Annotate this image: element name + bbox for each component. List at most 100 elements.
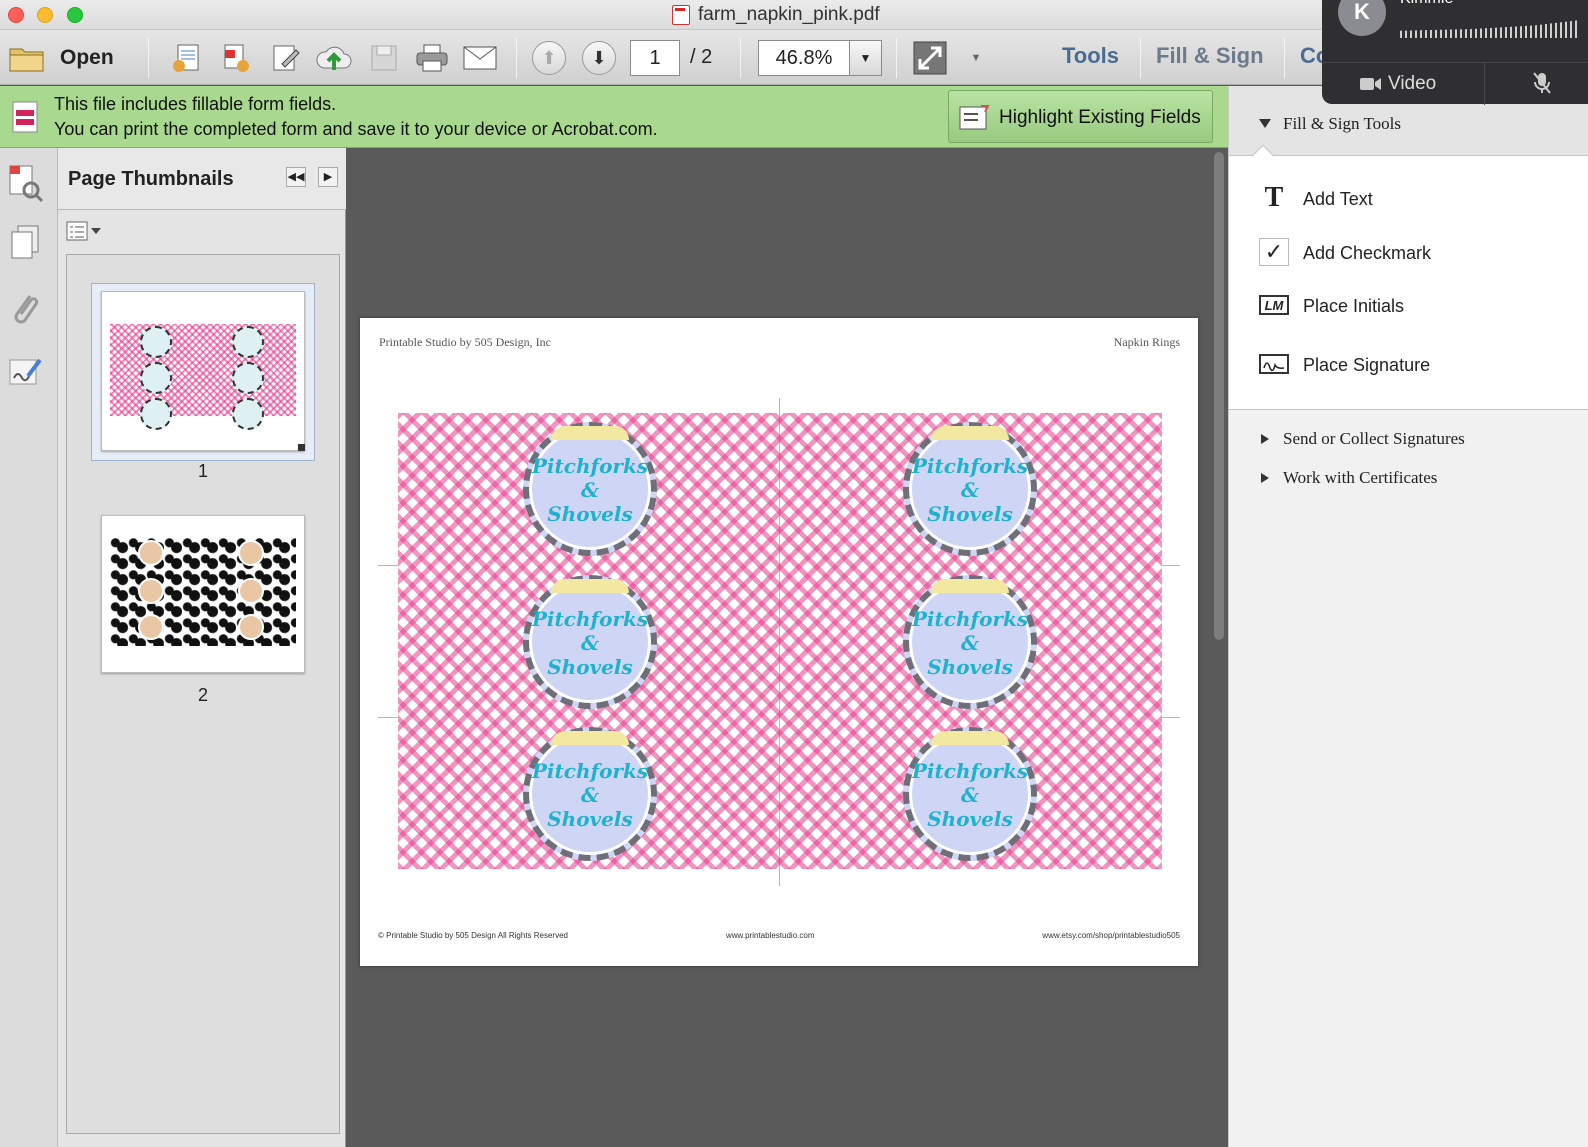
zoom-dropdown-button[interactable]: ▼ [849, 41, 881, 75]
badge-text: Pitchforks & Shovels [529, 454, 651, 526]
napkin-ring-badge[interactable]: Pitchforks & Shovels [523, 422, 657, 556]
form-message-line1: This file includes fillable form fields. [54, 94, 337, 114]
thumb1-gingham [110, 324, 296, 416]
video-controls-bar: Video [1322, 62, 1588, 105]
fill-sign-tools-list: T Add Text ✓ Add Checkmark LM Place Init… [1229, 156, 1588, 410]
thumbnails-pane-button[interactable] [6, 162, 44, 204]
thumbnail-page-number: 1 [197, 461, 208, 481]
send-collect-label: Send or Collect Signatures [1283, 429, 1465, 448]
print-button[interactable] [414, 40, 450, 76]
controls-divider [1484, 63, 1485, 105]
badge-text: Pitchforks & Shovels [909, 759, 1031, 831]
napkin-ring-badge[interactable]: Pitchforks & Shovels [903, 727, 1037, 861]
badge-text: Pitchforks & Shovels [529, 759, 651, 831]
printer-icon [416, 44, 448, 72]
work-with-certificates-section[interactable]: Work with Certificates [1229, 463, 1588, 493]
highlight-fields-icon [959, 105, 990, 130]
edit-pdf-button[interactable] [268, 40, 304, 76]
email-button[interactable] [462, 40, 498, 76]
next-page-button[interactable]: ⬇ [582, 41, 616, 75]
send-collect-signatures-section[interactable]: Send or Collect Signatures [1229, 424, 1588, 454]
save-disk-icon [371, 45, 397, 71]
napkin-ring-badge[interactable]: Pitchforks & Shovels [523, 727, 657, 861]
zoom-window-button[interactable] [67, 7, 83, 23]
zoom-select[interactable]: 46.8% ▼ [758, 40, 882, 76]
export-pdf-button[interactable] [218, 40, 254, 76]
badge-top-accent [931, 426, 1009, 440]
badge-line-1: Pitchforks [911, 759, 1029, 783]
page-thumbnail-2[interactable] [101, 515, 305, 673]
checkmark-icon: ✓ [1259, 238, 1289, 266]
initials-icon: LM [1259, 295, 1289, 315]
highlight-existing-fields-button[interactable]: Highlight Existing Fields [948, 90, 1213, 143]
close-window-button[interactable] [8, 7, 24, 23]
place-signature-tool[interactable]: Place Signature [1253, 348, 1573, 384]
tool-label: Add Text [1303, 189, 1373, 209]
pages-icon [11, 225, 39, 259]
badge-line-2: & [960, 631, 980, 655]
page-search-icon [9, 165, 44, 203]
export-pdf-icon [224, 44, 249, 72]
video-toggle-button[interactable]: Video [1322, 63, 1484, 105]
thumbnails-header: Page Thumbnails ◀◀ ▶ [58, 148, 346, 210]
fill-sign-tab[interactable]: Fill & Sign [1156, 43, 1264, 69]
thumb1-badge [140, 398, 172, 430]
page-thumbnail-1[interactable] [101, 291, 305, 451]
add-text-tool[interactable]: T Add Text [1253, 182, 1573, 218]
save-button[interactable] [366, 40, 402, 76]
toolbar-overflow-button[interactable]: ▼ [958, 40, 994, 76]
mute-toggle-button[interactable] [1532, 71, 1562, 99]
thumb1-badge [232, 398, 264, 430]
arrow-down-icon: ⬇ [591, 47, 607, 68]
expanded-triangle-icon [1259, 119, 1271, 128]
badge-line-3: Shovels [547, 502, 633, 526]
zoom-value[interactable]: 46.8% [759, 41, 849, 75]
attachments-pane-button[interactable] [8, 288, 42, 328]
pdf-file-icon [672, 5, 690, 25]
collapse-panel-button[interactable]: ◀◀ [286, 167, 306, 187]
page-header-right: Napkin Rings [1113, 335, 1180, 349]
minimize-window-button[interactable] [37, 7, 53, 23]
upload-cloud-button[interactable] [316, 40, 352, 76]
open-button[interactable]: Open [8, 40, 126, 76]
collapsed-triangle-icon [1261, 434, 1269, 444]
folder-icon [9, 48, 44, 72]
napkin-ring-badge[interactable]: Pitchforks & Shovels [903, 575, 1037, 709]
add-checkmark-tool[interactable]: ✓ Add Checkmark [1253, 236, 1573, 272]
napkin-ring-badge[interactable]: Pitchforks & Shovels [523, 575, 657, 709]
expand-panel-button[interactable]: ▶ [318, 167, 338, 187]
badge-line-1: Pitchforks [531, 759, 649, 783]
napkin-ring-badge[interactable]: Pitchforks & Shovels [903, 422, 1037, 556]
badge-top-accent [551, 731, 629, 745]
thumb-resize-handle[interactable] [298, 444, 305, 451]
envelope-icon [463, 46, 497, 70]
thumbnail-options-button[interactable] [66, 220, 106, 242]
create-pdf-icon [173, 44, 199, 72]
badge-line-1: Pitchforks [531, 454, 649, 478]
place-initials-tool[interactable]: LM Place Initials [1253, 289, 1573, 325]
scrollbar-thumb[interactable] [1214, 152, 1224, 640]
badge-top-accent [551, 426, 629, 440]
signature-icon [1259, 354, 1289, 374]
thumb1-badge [232, 326, 264, 358]
video-call-overlay: K Kimmie Video [1322, 0, 1588, 105]
pages-pane-button[interactable] [8, 224, 42, 264]
badge-line-3: Shovels [547, 655, 633, 679]
avatar: K [1338, 0, 1386, 36]
vertical-scrollbar[interactable] [1209, 148, 1228, 1147]
page-number-input[interactable]: 1 [630, 40, 680, 76]
badge-line-1: Pitchforks [911, 607, 1029, 631]
badge-text: Pitchforks & Shovels [909, 454, 1031, 526]
form-notification-bar: This file includes fillable form fields.… [0, 86, 1228, 148]
badge-line-3: Shovels [927, 655, 1013, 679]
page-footer-center: www.printablestudio.com [726, 931, 815, 940]
signatures-pane-button[interactable] [8, 354, 42, 394]
fill-sign-tools-header[interactable]: Fill & Sign Tools [1283, 114, 1401, 134]
full-screen-button[interactable] [912, 40, 948, 76]
tools-tab[interactable]: Tools [1062, 43, 1119, 69]
previous-page-button[interactable]: ⬆ [532, 41, 566, 75]
badge-text: Pitchforks & Shovels [529, 607, 651, 679]
badge-line-3: Shovels [927, 807, 1013, 831]
badge-line-2: & [960, 478, 980, 502]
create-pdf-button[interactable] [168, 40, 204, 76]
